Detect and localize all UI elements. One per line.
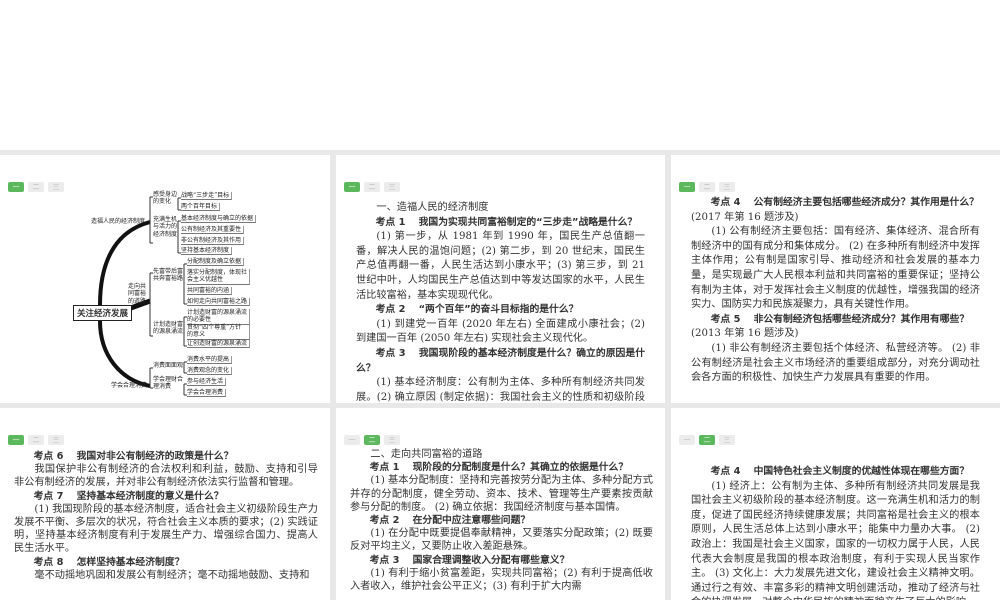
- question-heading: 考点 6 我国对非公有制经济的政策是什么？: [33, 451, 234, 462]
- leaf: 坚持基本经济制度: [181, 247, 233, 256]
- tab-bar: 一 二 三: [344, 435, 400, 445]
- branch-label: 走向共同富裕的道路: [128, 283, 147, 305]
- answer-text: (1) 基本分配制度：坚持和完善按劳分配为主体、多种分配方式并存的分配制度，健全…: [350, 475, 653, 513]
- tab-2[interactable]: 二: [364, 182, 380, 192]
- tab-1[interactable]: 一: [344, 182, 360, 192]
- slide-text: 考点 4 中国特色社会主义制度的优越性体现在哪些方面？ (1) 经济上：公有制为…: [691, 465, 980, 600]
- section-heading: 一、造福人民的经济制度: [376, 202, 489, 213]
- sub-label: 计划造财富的源泉涌流: [153, 321, 184, 336]
- leaf: 共同富裕的内涵: [187, 287, 233, 296]
- branch-label: 造福人民的经济制度: [91, 218, 146, 225]
- branch-label: 学会合理消费: [111, 382, 148, 389]
- question-heading: 考点 5 非公有制经济包括哪些经济成分？其作用有哪些？: [710, 313, 970, 325]
- leaf: 参与经济生活: [187, 378, 227, 387]
- answer-text: (1) 公有制经济主要包括：国有经济、集体经济、混合所有制经济中的国有成分和集体…: [691, 226, 980, 311]
- question-heading: 考点 1 我国为实现共同富裕制定的“三步走”战略是什么？: [375, 216, 638, 228]
- question-heading: 考点 8 怎样坚持基本经济制度？: [33, 556, 185, 568]
- mindmap-root: 关注经济发展: [73, 305, 133, 321]
- slide-text: 考点 4 公有制经济主要包括哪些经济成分？其作用是什么？ (2017 年第 16…: [691, 196, 980, 386]
- question-heading: 考点 4 中国特色社会主义制度的优越性体现在哪些方面？: [710, 466, 970, 477]
- answer-text: (1) 非公有制经济主要包括个体经济、私营经济等。 (2) 非公有制经济是社会主…: [691, 342, 980, 384]
- slide-panel-5[interactable]: 一 二 三 二、走向共同富裕的道路 考点 1 现阶段的分配制度是什么？其确立的依…: [336, 408, 665, 600]
- tab-3[interactable]: 三: [48, 435, 64, 445]
- leaf: 让创造财富的源泉涌流: [187, 340, 251, 349]
- leaf: 基本经济制度与确立的依据: [181, 215, 257, 224]
- leaf: 计划造财富的源泉涌流的必要性: [187, 309, 250, 325]
- leaf: 消费水平的提高: [187, 356, 233, 365]
- question-heading: 考点 7 坚持基本经济制度的意义是什么？: [33, 490, 224, 502]
- sub-label: 消费面面观: [153, 362, 184, 369]
- section-heading: 二、走向共同富裕的道路: [370, 449, 483, 460]
- exam-note: (2017 年第 16 题涉及): [691, 211, 799, 223]
- tab-1[interactable]: 一: [8, 435, 24, 445]
- leaf: 贯彻“四个尊重”方针的意义: [187, 324, 250, 340]
- answer-text: (1) 有利于缩小贫富差距，实现共同富裕；(2) 有利于提高低收入者收入，维护社…: [350, 567, 653, 593]
- tab-1[interactable]: 一: [679, 182, 695, 192]
- sub-label: 学会理财合理消费: [153, 376, 184, 391]
- question-heading: 考点 3 国家合理调整收入分配有哪些意义？: [369, 554, 570, 566]
- leaf: 战略“三步走”目标: [181, 192, 233, 201]
- answer-text: 我国保护非公有制经济的合法权利和利益，鼓励、支持和引导非公有制经济的发展，并对非…: [14, 464, 318, 489]
- leaf: 消费观念的变化: [187, 367, 233, 376]
- tab-bar: 一 二 三: [344, 182, 400, 192]
- question-heading: 考点 2 “两个百年”的奋斗目标指的是什么？: [375, 304, 579, 316]
- question-heading: 考点 4 公有制经济主要包括哪些经济成分？其作用是什么？: [710, 197, 979, 208]
- leaf: 分配制度及确立依据: [187, 258, 245, 267]
- tab-1[interactable]: 一: [679, 435, 695, 445]
- question-heading: 考点 1 现阶段的分配制度是什么？其确立的依据是什么？: [369, 462, 629, 474]
- tab-3[interactable]: 三: [384, 182, 400, 192]
- answer-text: (1) 基本经济制度：公有制为主体、多种所有制经济共同发展。(2) 确立原因 (…: [356, 377, 645, 403]
- slide-panel-mindmap[interactable]: 一 二 三 关注经济发展 造福人民的经济制度 走向共同富裕的道路 学会合理消费 …: [0, 155, 330, 403]
- answer-text: (1) 到建党一百年 (2020 年左右) 全面建成小康社会；(2) 到建国一百…: [356, 318, 645, 345]
- leaf: 非公有制经济及其作用: [181, 237, 245, 246]
- answer-text: (1) 我国现阶段的基本经济制度，适合社会主义初级阶段生产力发展不平衡、多层次的…: [14, 503, 318, 555]
- tab-1[interactable]: 一: [344, 435, 360, 445]
- tab-3[interactable]: 三: [719, 182, 735, 192]
- tab-2[interactable]: 二: [364, 435, 380, 445]
- exam-note: (2013 年第 16 题涉及): [691, 328, 799, 340]
- answer-text: (1) 在分配中既要提倡奉献精神，又要落实分配政策；(2) 既要反对平均主义，又…: [350, 528, 653, 553]
- slide-panel-2[interactable]: 一 二 三 一、造福人民的经济制度 考点 1 我国为实现共同富裕制定的“三步走”…: [336, 155, 665, 403]
- slide-text: 二、走向共同富裕的道路 考点 1 现阶段的分配制度是什么？其确立的依据是什么？ …: [350, 448, 653, 593]
- leaf: 落实分配制度，体现社会主义优越性: [187, 269, 250, 285]
- question-heading: 考点 2 在分配中应注意哪些问题？: [369, 515, 531, 527]
- slide-panel-6[interactable]: 一 二 三 考点 4 中国特色社会主义制度的优越性体现在哪些方面？ (1) 经济…: [671, 408, 1000, 600]
- tab-2[interactable]: 二: [699, 435, 715, 445]
- answer-text: 毫不动摇地巩固和发展公有制经济；毫不动摇地鼓励、支持和: [34, 569, 310, 581]
- slide-panel-3[interactable]: 一 二 三 考点 4 公有制经济主要包括哪些经济成分？其作用是什么？ (2017…: [671, 155, 1000, 403]
- leaf: 两个百年目标: [181, 203, 221, 212]
- tab-2[interactable]: 二: [699, 182, 715, 192]
- tab-bar: 一 二 三: [8, 435, 64, 445]
- leaf: 公有制经济及其重要性: [181, 226, 245, 235]
- slide-panel-4[interactable]: 一 二 三 考点 6 我国对非公有制经济的政策是什么？ 我国保护非公有制经济的合…: [0, 408, 330, 600]
- sub-label: 先富带后富共奔富裕路: [153, 268, 184, 283]
- sub-label: 充满生机与活力的经济制度: [153, 216, 178, 238]
- leaf: 如何走向共同富裕之路: [187, 298, 251, 307]
- tab-3[interactable]: 三: [719, 435, 735, 445]
- leaf: 学会合理消费: [187, 389, 227, 398]
- tab-bar: 一 二 三: [679, 182, 735, 192]
- tab-2[interactable]: 二: [28, 435, 44, 445]
- answer-text: (1) 经济上：公有制为主体、多种所有制经济共同发展是我国社会主义初级阶段的基本…: [691, 480, 980, 600]
- question-heading: 考点 3 我国现阶段的基本经济制度是什么？确立的原因是什么？: [356, 347, 645, 374]
- answer-text: (1) 第一步，从 1981 年到 1990 年，国民生产总值翻一番，解决人民的…: [356, 231, 645, 301]
- tab-bar: 一 二 三: [679, 435, 735, 445]
- slide-text: 一、造福人民的经济制度 考点 1 我国为实现共同富裕制定的“三步走”战略是什么？…: [356, 201, 645, 403]
- tab-3[interactable]: 三: [384, 435, 400, 445]
- sub-label: 感受身边的变化: [153, 191, 178, 206]
- slide-text: 考点 6 我国对非公有制经济的政策是什么？ 我国保护非公有制经济的合法权利和利益…: [14, 450, 318, 582]
